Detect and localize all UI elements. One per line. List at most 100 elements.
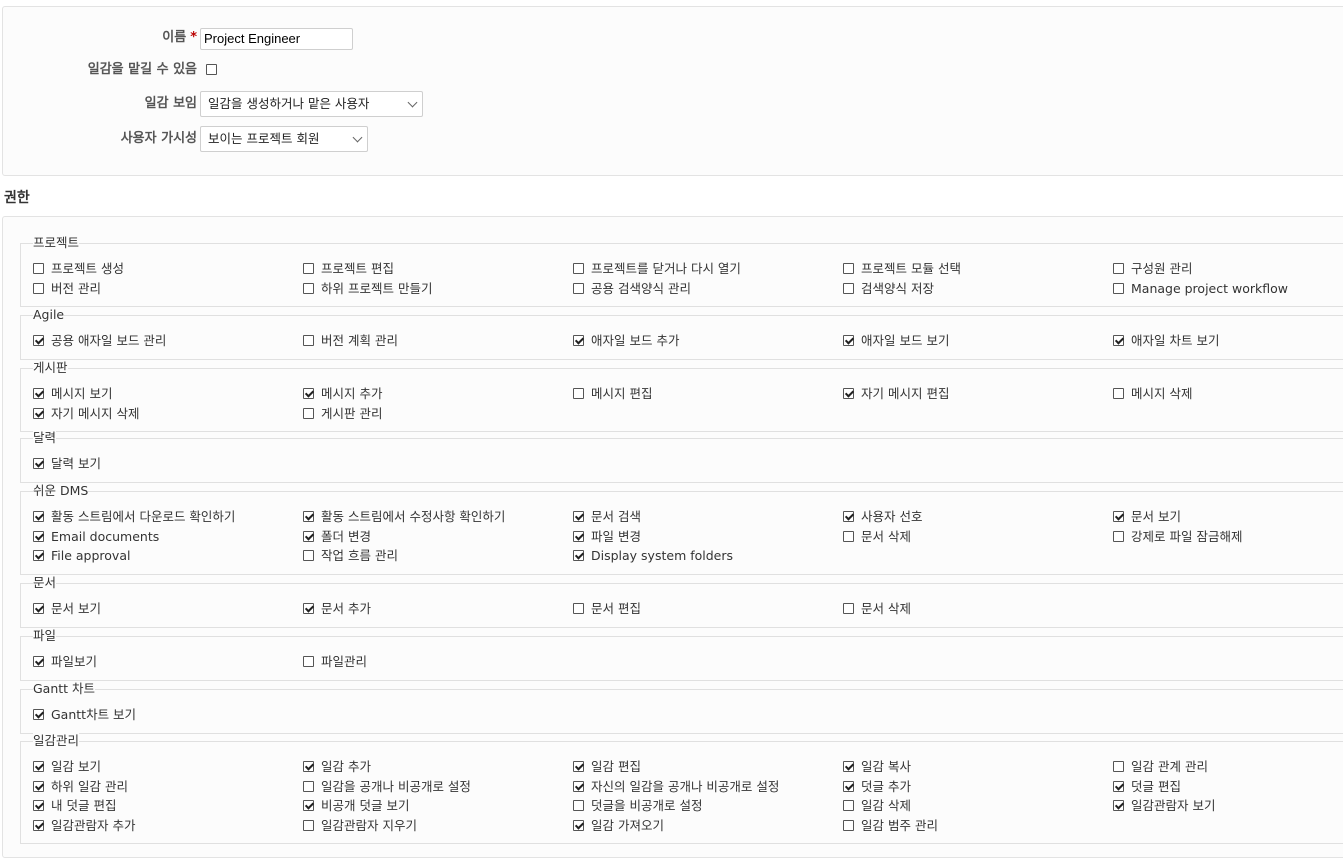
permission-checkbox[interactable]: [843, 800, 854, 811]
permission-checkbox[interactable]: [1113, 780, 1124, 792]
permission-item[interactable]: Gantt차트 보기: [33, 705, 136, 724]
permission-item[interactable]: 일감관람자 보기: [1113, 796, 1215, 815]
permission-checkbox[interactable]: [573, 511, 584, 522]
permission-checkbox[interactable]: [303, 550, 314, 561]
permission-checkbox[interactable]: [573, 530, 584, 542]
permission-item[interactable]: 공용 애자일 보드 관리: [33, 331, 166, 350]
permission-checkbox[interactable]: [33, 511, 44, 522]
permission-checkbox[interactable]: [303, 656, 314, 667]
permission-item[interactable]: 파일보기: [33, 652, 97, 671]
permission-checkbox[interactable]: [303, 263, 314, 274]
permission-checkbox[interactable]: [843, 282, 854, 294]
permission-checkbox[interactable]: [33, 656, 44, 667]
permission-item[interactable]: 자신의 일감을 공개나 비공개로 설정: [573, 777, 779, 796]
permission-checkbox[interactable]: [573, 388, 584, 399]
permission-item[interactable]: 사용자 선호: [843, 507, 922, 526]
permission-checkbox[interactable]: [1113, 388, 1124, 399]
permission-item[interactable]: 일감 복사: [843, 757, 911, 776]
permission-item[interactable]: 메시지 추가: [303, 384, 382, 403]
permission-item[interactable]: 일감 보기: [33, 757, 101, 776]
permission-item[interactable]: 하위 일감 관리: [33, 777, 128, 796]
users-visibility-select[interactable]: 보이는 프로젝트 회원: [200, 126, 368, 152]
permission-item[interactable]: Manage project workflow: [1113, 279, 1288, 298]
permission-item[interactable]: 버전 관리: [33, 279, 101, 298]
permission-checkbox[interactable]: [573, 800, 584, 811]
permission-checkbox[interactable]: [843, 603, 854, 614]
permission-item[interactable]: 메시지 보기: [33, 384, 112, 403]
permission-checkbox[interactable]: [303, 780, 314, 792]
permission-item[interactable]: 구성원 관리: [1113, 259, 1192, 278]
permission-checkbox[interactable]: [303, 800, 314, 811]
permission-item[interactable]: 자기 메시지 삭제: [33, 404, 139, 423]
permission-item[interactable]: 프로젝트 모듈 선택: [843, 259, 961, 278]
permission-checkbox[interactable]: [573, 603, 584, 614]
permission-checkbox[interactable]: [843, 819, 854, 831]
permission-item[interactable]: 애자일 보드 보기: [843, 331, 949, 350]
permission-checkbox[interactable]: [33, 709, 44, 720]
permission-item[interactable]: 문서 보기: [1113, 507, 1181, 526]
permission-checkbox[interactable]: [33, 550, 44, 561]
permission-checkbox[interactable]: [1113, 282, 1124, 294]
permission-checkbox[interactable]: [573, 550, 584, 561]
permission-item[interactable]: 작업 흐름 관리: [303, 546, 398, 565]
permission-item[interactable]: 일감관람자 지우기: [303, 816, 417, 835]
permission-checkbox[interactable]: [33, 282, 44, 294]
permission-checkbox[interactable]: [303, 407, 314, 419]
permission-checkbox[interactable]: [303, 603, 314, 614]
permission-item[interactable]: 달력 보기: [33, 454, 101, 473]
permission-checkbox[interactable]: [843, 263, 854, 274]
permission-checkbox[interactable]: [303, 819, 314, 831]
permission-item[interactable]: 프로젝트 생성: [33, 259, 124, 278]
permission-item[interactable]: 공용 검색양식 관리: [573, 279, 691, 298]
permission-item[interactable]: 내 덧글 편집: [33, 796, 116, 815]
permission-checkbox[interactable]: [33, 780, 44, 792]
permission-item[interactable]: 파일 변경: [573, 527, 641, 546]
permission-item[interactable]: 파일관리: [303, 652, 367, 671]
permission-item[interactable]: 일감 관계 관리: [1113, 757, 1208, 776]
permission-item[interactable]: 자기 메시지 편집: [843, 384, 949, 403]
permission-item[interactable]: 일감관람자 추가: [33, 816, 135, 835]
permission-item[interactable]: 일감을 공개나 비공개로 설정: [303, 777, 471, 796]
permission-checkbox[interactable]: [843, 761, 854, 772]
permission-item[interactable]: 메시지 삭제: [1113, 384, 1192, 403]
permission-item[interactable]: 덧글 추가: [843, 777, 911, 796]
permission-checkbox[interactable]: [843, 530, 854, 542]
permission-item[interactable]: 문서 편집: [573, 599, 641, 618]
permission-checkbox[interactable]: [303, 335, 314, 346]
name-input[interactable]: Project Engineer: [200, 28, 353, 50]
permission-item[interactable]: 활동 스트림에서 수정사항 확인하기: [303, 507, 505, 526]
permission-item[interactable]: Display system folders: [573, 546, 733, 565]
permission-checkbox[interactable]: [303, 530, 314, 542]
permission-item[interactable]: 문서 보기: [33, 599, 101, 618]
permission-checkbox[interactable]: [303, 388, 314, 399]
permission-item[interactable]: 일감 가져오기: [573, 816, 664, 835]
permission-item[interactable]: 하위 프로젝트 만들기: [303, 279, 432, 298]
permission-item[interactable]: 일감 범주 관리: [843, 816, 938, 835]
permission-item[interactable]: 프로젝트 편집: [303, 259, 394, 278]
permission-item[interactable]: 비공개 덧글 보기: [303, 796, 409, 815]
permission-checkbox[interactable]: [573, 282, 584, 294]
permission-checkbox[interactable]: [1113, 800, 1124, 811]
permission-checkbox[interactable]: [1113, 530, 1124, 542]
permission-item[interactable]: 문서 삭제: [843, 527, 911, 546]
permission-checkbox[interactable]: [573, 335, 584, 346]
permission-checkbox[interactable]: [33, 335, 44, 346]
permission-item[interactable]: 애자일 차트 보기: [1113, 331, 1219, 350]
permission-checkbox[interactable]: [1113, 263, 1124, 274]
permission-checkbox[interactable]: [33, 819, 44, 831]
permission-item[interactable]: 게시판 관리: [303, 404, 382, 423]
permission-checkbox[interactable]: [843, 511, 854, 522]
permission-checkbox[interactable]: [1113, 761, 1124, 772]
permission-item[interactable]: 활동 스트림에서 다운로드 확인하기: [33, 507, 235, 526]
permission-checkbox[interactable]: [33, 530, 44, 542]
permission-checkbox[interactable]: [573, 761, 584, 772]
permission-item[interactable]: 버전 계획 관리: [303, 331, 398, 350]
permission-item[interactable]: 덧글을 비공개로 설정: [573, 796, 702, 815]
permission-item[interactable]: 일감 추가: [303, 757, 371, 776]
permission-item[interactable]: 애자일 보드 추가: [573, 331, 679, 350]
issues-visibility-select[interactable]: 일감을 생성하거나 맡은 사용자: [200, 91, 423, 117]
permission-item[interactable]: 문서 삭제: [843, 599, 911, 618]
permission-checkbox[interactable]: [33, 458, 44, 469]
assignable-checkbox[interactable]: [206, 64, 217, 75]
permission-checkbox[interactable]: [843, 335, 854, 346]
